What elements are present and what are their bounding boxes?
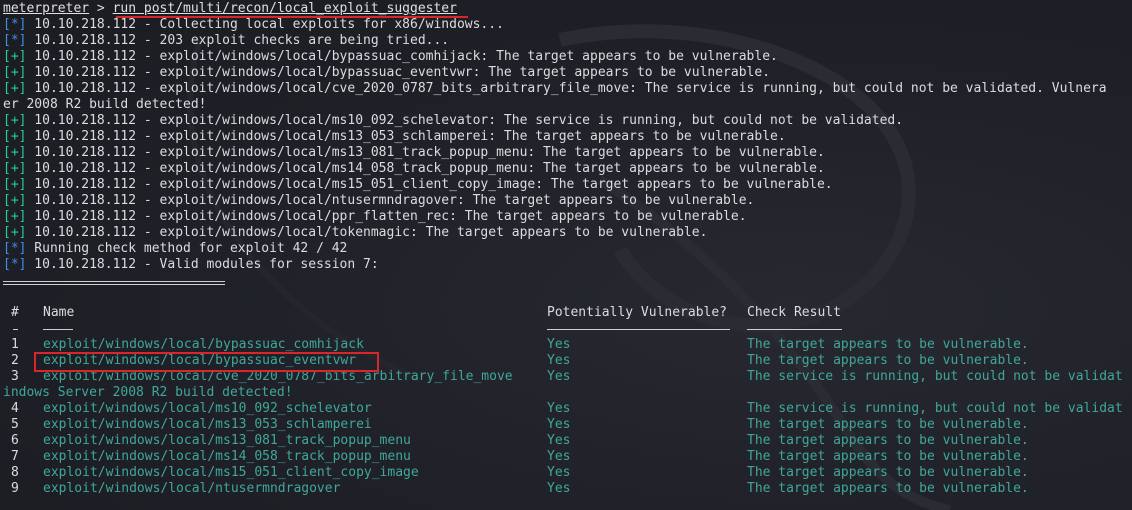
col-header-num: # — [11, 305, 19, 320]
output-text: 10.10.218.112 - exploit/windows/local/pp… — [26, 209, 747, 224]
module-name[interactable]: exploit/windows/local/ms10_092_schelevat… — [43, 401, 372, 417]
check-result: The target appears to be vulnerable. — [747, 481, 1029, 496]
output-text: 10.10.218.112 - exploit/windows/local/cv… — [26, 81, 1107, 96]
success-tag: [+] — [3, 225, 27, 240]
info-tag: [*] — [3, 241, 27, 256]
section-separator — [3, 281, 225, 282]
col-underline-vulnerable — [547, 329, 730, 330]
output-line: [+] 10.10.218.112 - exploit/windows/loca… — [3, 49, 778, 65]
success-tag: [+] — [3, 193, 27, 208]
row-number: 5 — [11, 417, 19, 432]
row-number: 3 — [11, 369, 19, 384]
output-line: [*] Running check method for exploit 42 … — [3, 241, 347, 257]
check-result: The target appears to be vulnerable. — [747, 433, 1029, 448]
output-text: 10.10.218.112 - exploit/windows/local/nt… — [26, 193, 755, 208]
success-tag: [+] — [3, 129, 27, 144]
vulnerable-value: Yes — [547, 417, 571, 432]
vulnerable-value: Yes — [547, 353, 571, 368]
vulnerable-value: Yes — [547, 449, 571, 464]
module-name[interactable]: exploit/windows/local/ms14_058_track_pop… — [43, 449, 411, 465]
output-text: 10.10.218.112 - exploit/windows/local/ms… — [26, 177, 833, 192]
col-underline-num — [13, 329, 18, 330]
output-line: [+] 10.10.218.112 - exploit/windows/loca… — [3, 65, 770, 81]
output-line: [+] 10.10.218.112 - exploit/windows/loca… — [3, 81, 1107, 97]
success-tag: [+] — [3, 113, 27, 128]
output-text: 10.10.218.112 - exploit/windows/local/ms… — [26, 145, 825, 160]
command-text: run post/multi/recon/local_exploit_sugge… — [112, 1, 457, 16]
output-text: er 2008 R2 build detected! — [3, 97, 207, 112]
col-header-vulnerable: Potentially Vulnerable? — [547, 305, 728, 320]
success-tag: [+] — [3, 177, 27, 192]
row-number: 8 — [11, 465, 19, 480]
check-result: The target appears to be vulnerable. — [747, 449, 1029, 464]
output-text: 10.10.218.112 - exploit/windows/local/to… — [26, 225, 708, 240]
row-number: 9 — [11, 481, 19, 496]
output-text: 10.10.218.112 - exploit/windows/local/ms… — [26, 129, 786, 144]
check-result: The target appears to be vulnerable. — [747, 337, 1029, 352]
info-tag: [*] — [3, 257, 27, 272]
vulnerable-value: Yes — [547, 337, 571, 352]
output-text: 10.10.218.112 - 203 exploit checks are b… — [26, 33, 450, 48]
col-underline-result — [747, 329, 842, 330]
output-text: 10.10.218.112 - exploit/windows/local/by… — [26, 49, 778, 64]
row-number: 4 — [11, 401, 19, 416]
vulnerable-value: Yes — [547, 433, 571, 448]
info-tag: [*] — [3, 17, 27, 32]
prompt-separator: > — [89, 1, 113, 16]
success-tag: [+] — [3, 161, 27, 176]
output-line: [*] 10.10.218.112 - Collecting local exp… — [3, 17, 504, 33]
output-line: [+] 10.10.218.112 - exploit/windows/loca… — [3, 129, 786, 145]
info-tag: [*] — [3, 33, 27, 48]
success-tag: [+] — [3, 145, 27, 160]
output-line: [+] 10.10.218.112 - exploit/windows/loca… — [3, 225, 707, 241]
terminal-window[interactable]: meterpreter > run post/multi/recon/local… — [0, 0, 1132, 510]
module-name[interactable]: exploit/windows/local/ms13_081_track_pop… — [43, 433, 411, 449]
module-name[interactable]: exploit/windows/local/bypassuac_comhijac… — [43, 337, 364, 353]
col-header-name: Name — [43, 305, 75, 320]
output-line: [+] 10.10.218.112 - exploit/windows/loca… — [3, 113, 903, 129]
output-line: [*] 10.10.218.112 - 203 exploit checks a… — [3, 33, 449, 49]
vulnerable-value: Yes — [547, 465, 571, 480]
table-row-wrap: indows Server 2008 R2 build detected! — [3, 385, 293, 400]
output-line: [+] 10.10.218.112 - exploit/windows/loca… — [3, 177, 833, 193]
vulnerable-value: Yes — [547, 369, 571, 384]
output-line: [+] 10.10.218.112 - exploit/windows/loca… — [3, 209, 747, 225]
output-line: [*] 10.10.218.112 - Valid modules for se… — [3, 257, 379, 273]
module-name[interactable]: exploit/windows/local/ms15_051_client_co… — [43, 465, 419, 481]
output-text: Running check method for exploit 42 / 42 — [26, 241, 348, 256]
success-tag: [+] — [3, 209, 27, 224]
check-result: The target appears to be vulnerable. — [747, 353, 1029, 368]
output-text: 10.10.218.112 - Collecting local exploit… — [26, 17, 504, 32]
output-line: [+] 10.10.218.112 - exploit/windows/loca… — [3, 193, 754, 209]
success-tag: [+] — [3, 81, 27, 96]
col-header-result: Check Result — [747, 305, 841, 320]
row-highlight-box — [34, 352, 379, 372]
module-name[interactable]: exploit/windows/local/ntusermndragover — [43, 481, 340, 497]
output-text: 10.10.218.112 - exploit/windows/local/ms… — [26, 161, 825, 176]
section-separator-2 — [3, 284, 225, 285]
vulnerable-value: Yes — [547, 481, 571, 496]
row-number: 1 — [11, 337, 19, 352]
prompt-line: meterpreter > run post/multi/recon/local… — [3, 1, 457, 17]
output-text: 10.10.218.112 - exploit/windows/local/by… — [26, 65, 771, 80]
row-number: 2 — [11, 353, 19, 368]
check-result: The target appears to be vulnerable. — [747, 465, 1029, 480]
module-name[interactable]: exploit/windows/local/ms13_053_schlamper… — [43, 417, 372, 433]
check-result: The service is running, but could not be… — [747, 369, 1123, 384]
output-text: 10.10.218.112 - Valid modules for sessio… — [26, 257, 379, 272]
check-result: The target appears to be vulnerable. — [747, 417, 1029, 432]
output-line: [+] 10.10.218.112 - exploit/windows/loca… — [3, 161, 825, 177]
meterpreter-prompt: meterpreter — [3, 1, 90, 16]
output-line: [+] 10.10.218.112 - exploit/windows/loca… — [3, 145, 825, 161]
row-number: 6 — [11, 433, 19, 448]
success-tag: [+] — [3, 65, 27, 80]
row-number: 7 — [11, 449, 19, 464]
success-tag: [+] — [3, 49, 27, 64]
check-result: The service is running, but could not be… — [747, 401, 1123, 416]
output-line: er 2008 R2 build detected! — [3, 97, 207, 113]
col-underline-name — [43, 329, 73, 330]
output-text: 10.10.218.112 - exploit/windows/local/ms… — [26, 113, 904, 128]
vulnerable-value: Yes — [547, 401, 571, 416]
